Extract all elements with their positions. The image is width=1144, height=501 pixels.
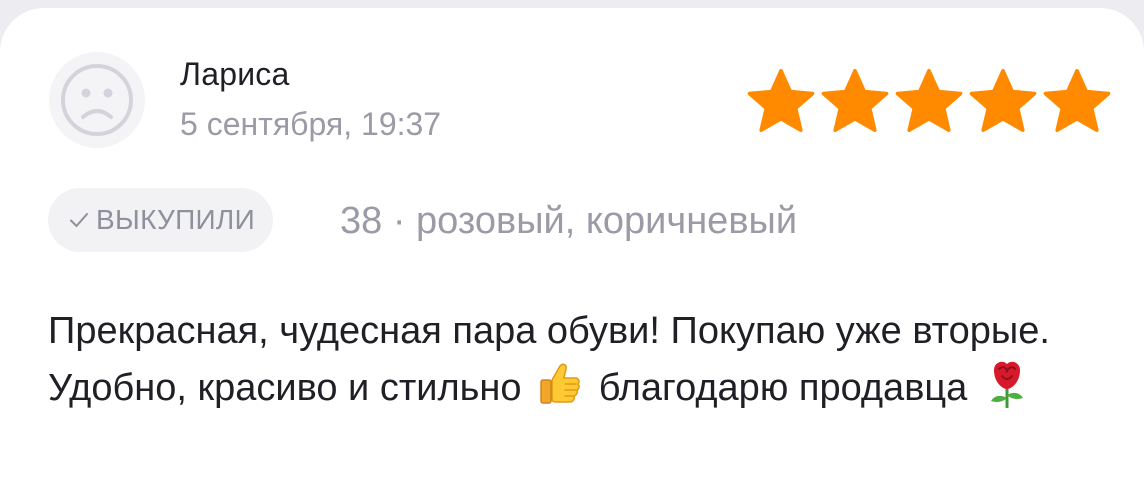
author-name: Лариса: [180, 56, 290, 92]
avatar: [49, 52, 145, 148]
bought-badge-label: ВЫКУПИЛИ: [96, 204, 256, 235]
star-icon: [1043, 69, 1111, 132]
review-card: Лариса 5 сентября, 19:37 ВЫКУПИЛИ 38 · р…: [0, 8, 1144, 501]
bought-badge: ВЫКУПИЛИ: [48, 188, 274, 252]
star-icon: [895, 69, 963, 132]
review-text: Прекрасная, чудесная пара обуви! Покупаю…: [48, 304, 1118, 423]
check-icon: [68, 209, 90, 231]
product-variant: 38 · розовый, коричневый: [340, 200, 798, 242]
review-date: 5 сентября, 19:37: [180, 106, 442, 142]
review-text-part2: благодарю продавца: [598, 367, 968, 409]
star-icon: [821, 69, 889, 132]
thumbs-up-emoji: [536, 360, 584, 423]
star-rating: [745, 66, 1113, 138]
rose-emoji: [982, 358, 1032, 423]
sad-face-icon: [61, 64, 133, 136]
star-icon: [969, 69, 1037, 132]
star-icon: [747, 69, 815, 132]
